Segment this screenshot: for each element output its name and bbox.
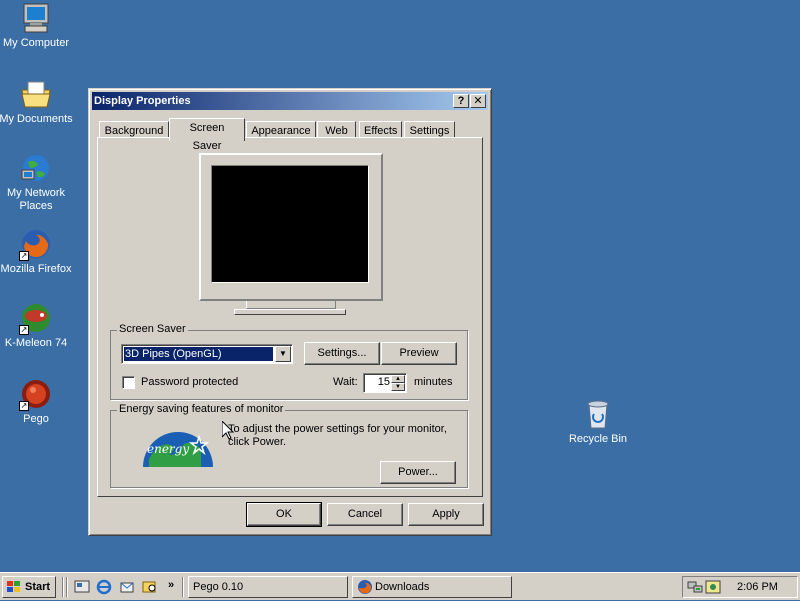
desktop-icon-recycle-bin[interactable]: Recycle Bin — [560, 398, 636, 446]
group-label: Screen Saver — [117, 323, 188, 335]
desktop-icon-my-documents[interactable]: My Documents — [0, 78, 74, 126]
taskbar: Start » Pego 0.10 Downloads 2:06 PM — [0, 572, 800, 600]
screen-saver-selected: 3D Pipes (OpenGL) — [124, 347, 273, 361]
task-label: Pego 0.10 — [193, 581, 244, 593]
desktop-icon-k-meleon[interactable]: ↗ K-Meleon 74 — [0, 302, 74, 350]
show-desktop-icon[interactable] — [74, 579, 90, 595]
desktop-icon-pego[interactable]: ↗ Pego — [0, 378, 74, 426]
password-label: Password protected — [141, 376, 239, 388]
spin-up-icon[interactable]: ▲ — [391, 375, 405, 383]
tab-label: Settings — [409, 125, 450, 137]
tray-app-icon[interactable] — [705, 579, 721, 595]
taskbar-separator — [62, 577, 64, 597]
group-label: Energy saving features of monitor — [117, 403, 286, 415]
desktop-icon-firefox[interactable]: ↗ Mozilla Firefox — [0, 228, 74, 276]
task-button-downloads[interactable]: Downloads — [352, 576, 512, 598]
settings-button[interactable]: Settings... — [304, 342, 380, 365]
desktop-icon-my-computer[interactable]: My Computer — [0, 2, 74, 50]
screen-saver-select[interactable]: 3D Pipes (OpenGL) ▼ — [121, 344, 293, 364]
password-checkbox[interactable] — [122, 376, 135, 389]
apply-button[interactable]: Apply — [408, 503, 484, 526]
desktop-icon-label: K-Meleon 74 — [4, 337, 68, 349]
search-icon[interactable] — [142, 579, 158, 595]
spin-down-icon[interactable]: ▼ — [391, 383, 405, 391]
display-properties-window: Display Properties ? ✕ Background Screen… — [88, 88, 492, 536]
monitor-stand — [246, 301, 336, 309]
energy-saving-group: Energy saving features of monitor energy… — [110, 403, 468, 488]
wait-value: 15 — [377, 376, 390, 388]
screen-saver-panel: Screen Saver 3D Pipes (OpenGL) ▼ Setting… — [97, 137, 483, 497]
close-button[interactable]: ✕ — [470, 94, 486, 108]
desktop-icon-label: My Documents — [0, 113, 73, 125]
tab-label: Background — [104, 125, 164, 137]
clock[interactable]: 2:06 PM — [737, 581, 778, 593]
desktop-icon-label: Pego — [23, 413, 49, 425]
wait-label: Wait: — [333, 376, 358, 388]
task-button-pego[interactable]: Pego 0.10 — [188, 576, 348, 598]
tab-label: Effects — [364, 125, 398, 137]
preview-button[interactable]: Preview — [381, 342, 457, 365]
power-button[interactable]: Power... — [380, 461, 456, 484]
window-titlebar[interactable]: Display Properties ? ✕ — [92, 92, 488, 110]
start-button[interactable]: Start — [2, 576, 56, 598]
internet-explorer-icon[interactable] — [96, 579, 112, 595]
taskbar-separator — [182, 577, 184, 597]
ok-button[interactable]: OK — [246, 502, 322, 527]
desktop-icon-label: My Computer — [2, 37, 70, 49]
windows-logo-icon — [6, 580, 22, 594]
monitor-preview-screen — [211, 165, 369, 283]
pego-icon: ↗ — [19, 378, 52, 411]
taskbar-separator — [66, 577, 68, 597]
quick-launch-overflow-icon[interactable]: » — [168, 579, 174, 591]
computer-icon — [20, 2, 52, 34]
monitor-base — [234, 309, 346, 315]
desktop-icon-network-places[interactable]: My Network Places — [0, 152, 74, 213]
tab-label: Screen Saver — [189, 122, 225, 152]
system-tray: 2:06 PM — [682, 576, 798, 598]
firefox-icon — [357, 579, 373, 595]
outlook-express-icon[interactable] — [119, 579, 135, 595]
tab-label: Appearance — [251, 125, 311, 137]
energy-description: To adjust the power settings for your mo… — [228, 423, 447, 448]
desktop-icon-label: My Network Places — [6, 187, 66, 212]
task-label: Downloads — [375, 581, 430, 593]
wait-unit-label: minutes — [414, 376, 453, 388]
screen-saver-group: Screen Saver 3D Pipes (OpenGL) ▼ Setting… — [110, 323, 468, 400]
network-places-icon — [20, 152, 52, 184]
firefox-icon: ↗ — [19, 228, 52, 261]
desktop-icon-label: Recycle Bin — [568, 433, 628, 445]
network-tray-icon[interactable] — [687, 579, 703, 595]
start-label: Start — [25, 581, 51, 593]
desktop-icon-label: Mozilla Firefox — [0, 263, 72, 275]
monitor-preview — [199, 153, 383, 301]
folder-documents-icon — [20, 78, 52, 110]
window-title: Display Properties — [94, 95, 191, 107]
energy-logo-text: energy — [147, 442, 189, 456]
recycle-bin-icon — [582, 398, 614, 430]
cancel-button[interactable]: Cancel — [327, 503, 403, 526]
k-meleon-icon: ↗ — [19, 302, 52, 335]
mouse-cursor-icon — [221, 419, 235, 440]
energy-star-logo: energy — [141, 423, 215, 467]
chevron-down-icon[interactable]: ▼ — [275, 346, 291, 362]
help-button[interactable]: ? — [453, 94, 469, 108]
tab-screen-saver[interactable]: Screen Saver — [169, 118, 245, 152]
tab-label: Web — [325, 125, 348, 137]
wait-minutes-spinner[interactable]: 15 ▲ ▼ — [363, 373, 407, 393]
